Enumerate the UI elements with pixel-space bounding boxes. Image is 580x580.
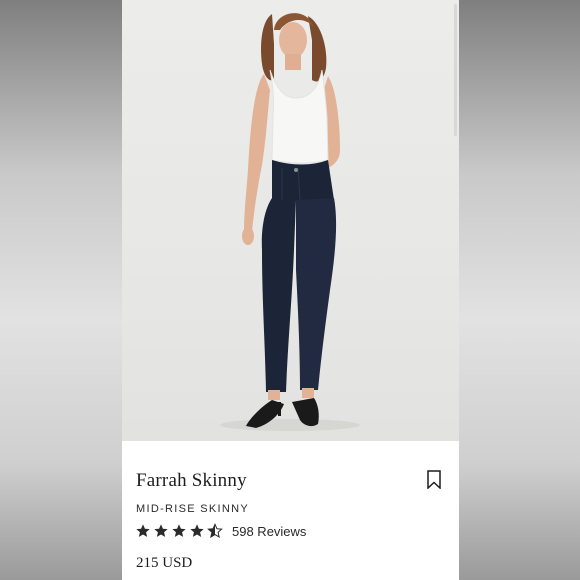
reviews-link[interactable]: 598 Reviews — [232, 524, 306, 539]
star-icon — [154, 524, 168, 537]
blurred-backdrop-left — [0, 0, 122, 580]
star-icon — [136, 524, 150, 537]
product-card[interactable]: Farrah Skinny MID-RISE SKINNY 598 Review… — [122, 0, 459, 580]
blurred-backdrop-right — [459, 0, 580, 580]
product-info: Farrah Skinny MID-RISE SKINNY 598 Review… — [122, 441, 459, 580]
rating-stars — [135, 523, 223, 539]
product-price: 215 USD — [136, 555, 193, 571]
image-scrollbar[interactable] — [454, 4, 457, 136]
product-image[interactable] — [122, 0, 459, 441]
bookmark-icon[interactable] — [427, 470, 441, 490]
star-icon — [190, 524, 204, 537]
model-illustration — [220, 13, 360, 431]
product-title[interactable]: Farrah Skinny — [136, 470, 247, 492]
half-star-icon — [207, 523, 223, 538]
star-icon — [172, 524, 186, 537]
product-subtitle: MID-RISE SKINNY — [136, 503, 250, 515]
rating-row[interactable]: 598 Reviews — [135, 521, 306, 541]
